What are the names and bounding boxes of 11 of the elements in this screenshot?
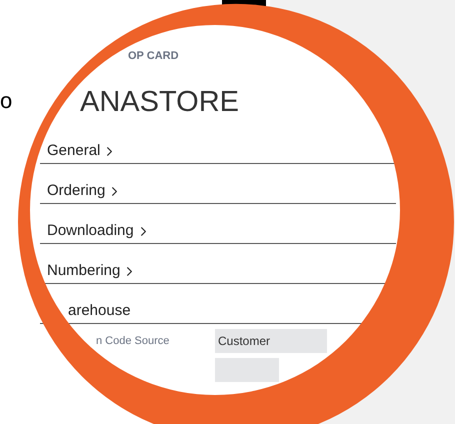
section-header[interactable]: Ordering [47, 182, 122, 200]
side-text: o [0, 87, 12, 115]
card-title: ANASTORE [80, 85, 240, 120]
field-label: n Code Source [96, 334, 170, 349]
section-header[interactable]: Downloading [47, 222, 151, 240]
input-field[interactable]: Customer [215, 329, 327, 353]
card-caption: OP CARD [128, 49, 179, 64]
section-header[interactable]: Numbering [47, 262, 138, 280]
section-header[interactable]: arehouse [68, 302, 131, 320]
input-field[interactable] [215, 358, 279, 382]
section-header[interactable]: General [47, 142, 118, 160]
